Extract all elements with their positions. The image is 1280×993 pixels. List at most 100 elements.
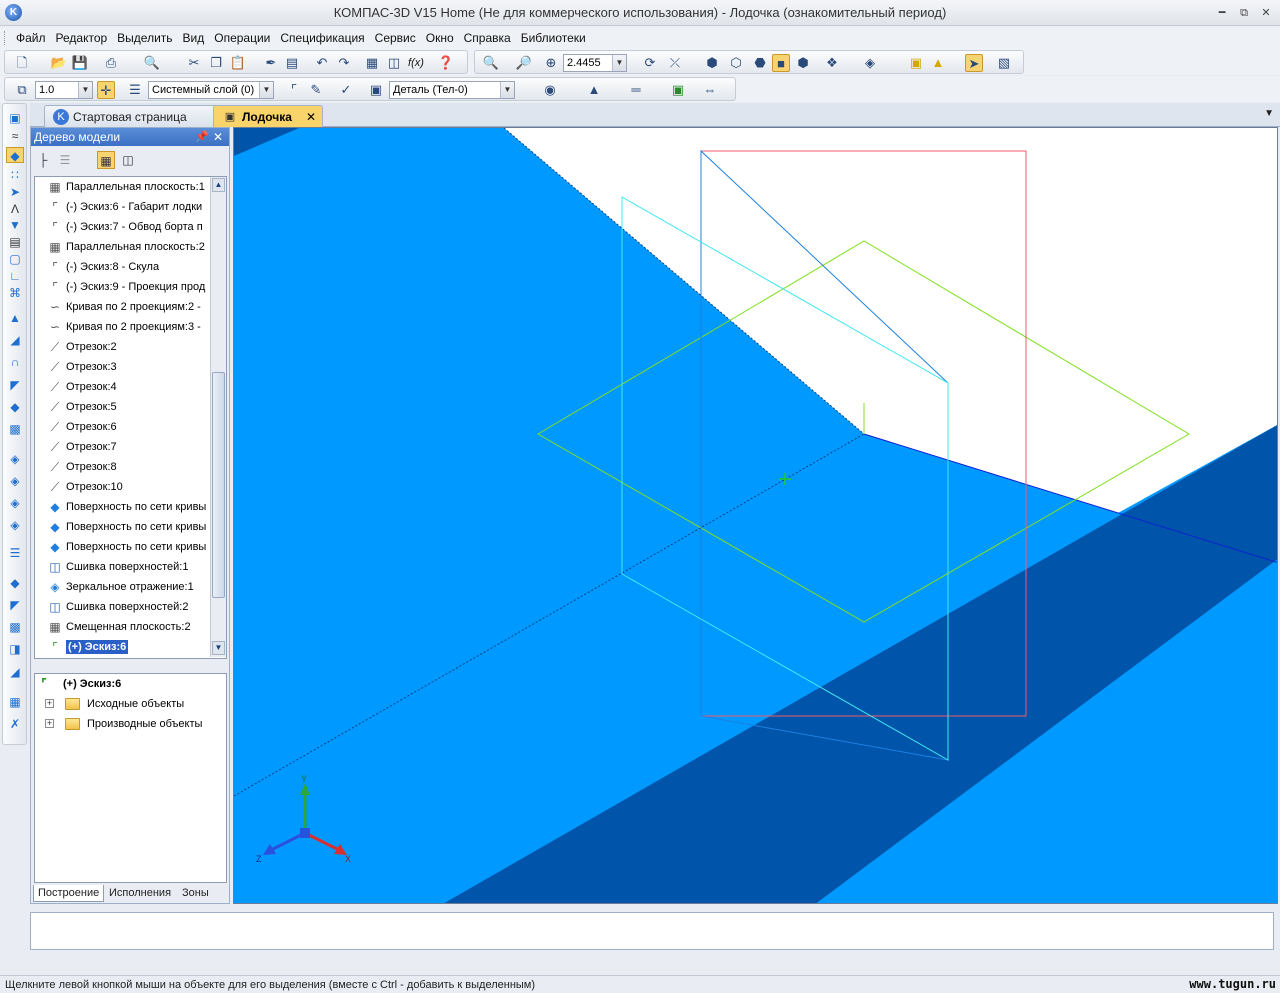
vtool-delete-icon[interactable]: ✗: [6, 716, 24, 732]
restore-icon[interactable]: ⧉: [1236, 5, 1252, 19]
tree-item[interactable]: ▦ Смещенная плоскость:2: [35, 617, 207, 637]
step-combo[interactable]: 1.0 ▼: [35, 81, 93, 99]
vtool-extend-icon[interactable]: ▩: [6, 619, 24, 635]
layer-visibility-icon[interactable]: ▣: [669, 81, 687, 99]
copy-icon[interactable]: ❐: [207, 54, 225, 72]
tree-item[interactable]: ▦ Параллельная плоскость:2: [35, 237, 207, 257]
halftone-icon[interactable]: ⬣: [751, 54, 769, 72]
tree-item[interactable]: ⟋ Отрезок:2: [35, 337, 207, 357]
vtool-revolve-icon[interactable]: ∩: [6, 354, 24, 370]
menu-help[interactable]: Справка: [459, 30, 516, 46]
vtool-curve-icon[interactable]: ≈: [6, 128, 24, 144]
tab-versions[interactable]: Исполнения: [105, 885, 175, 902]
vtool-spec-icon[interactable]: ▤: [6, 234, 24, 250]
layer-combo[interactable]: Системный слой (0) ▼: [148, 81, 274, 99]
step-dropdown-icon[interactable]: ▼: [78, 82, 92, 98]
color-fill-icon[interactable]: ◉: [541, 81, 559, 99]
tree-item[interactable]: ⌜ (-) Эскиз:8 - Скула: [35, 257, 207, 277]
vtool-points-icon[interactable]: ∷: [6, 167, 24, 183]
function-icon[interactable]: f(x): [407, 54, 425, 72]
surface-color-icon[interactable]: ▲: [585, 81, 603, 99]
tree-item[interactable]: ⟋ Отрезок:5: [35, 397, 207, 417]
new-file-icon[interactable]: 🗋: [13, 54, 31, 72]
vtool-join-icon[interactable]: ◨: [6, 641, 24, 657]
subtree-root[interactable]: ⌜ (+) Эскиз:6: [41, 674, 121, 694]
section-icon[interactable]: ◈: [861, 54, 879, 72]
vtool-3d-icon[interactable]: ▣: [6, 110, 24, 126]
tab-construction[interactable]: Построение: [33, 885, 105, 902]
menu-specification[interactable]: Спецификация: [275, 30, 369, 46]
properties-bar[interactable]: [30, 912, 1274, 950]
vtool-split-icon[interactable]: ◢: [6, 664, 24, 680]
vtool-stack-icon[interactable]: ☰: [6, 545, 24, 561]
close-tab-icon[interactable]: ✕: [306, 106, 316, 128]
dimension-icon[interactable]: ⇔: [701, 81, 719, 99]
help-icon[interactable]: ❓: [437, 54, 455, 72]
menu-view[interactable]: Вид: [178, 30, 210, 46]
part-combo[interactable]: Деталь (Тел-0) ▼: [389, 81, 515, 99]
select-mode-icon[interactable]: ➤: [965, 54, 983, 72]
tab-zones[interactable]: Зоны: [178, 885, 213, 902]
line-style-icon[interactable]: ═: [627, 81, 645, 99]
menu-grip[interactable]: [4, 31, 7, 45]
redo-icon[interactable]: ↷: [335, 54, 353, 72]
panel-close-icon[interactable]: ✕: [213, 128, 223, 146]
vtool-extrude-icon[interactable]: ▲: [6, 310, 24, 326]
cube-icon[interactable]: ▣: [907, 54, 925, 72]
vtool-offset-icon[interactable]: ◆: [6, 575, 24, 591]
menu-edit[interactable]: Редактор: [51, 30, 113, 46]
tree-vscroll[interactable]: ▲ ▼: [210, 177, 226, 657]
manager-icon[interactable]: ▦: [363, 54, 381, 72]
vtool-patch-icon[interactable]: ▩: [6, 421, 24, 437]
tree-item[interactable]: ∽ Кривая по 2 проекциям:2 -: [35, 297, 207, 317]
vtool-fillet-icon[interactable]: ◆: [6, 399, 24, 415]
zoom-in-icon[interactable]: ⊕: [542, 54, 560, 72]
tree-item[interactable]: ⟋ Отрезок:6: [35, 417, 207, 437]
tree-split-icon[interactable]: ◫: [119, 151, 137, 169]
edit-part-icon[interactable]: ✎: [307, 81, 325, 99]
zoom-window-icon[interactable]: 🔍: [482, 54, 500, 72]
vtool-frame-icon[interactable]: ▢: [6, 251, 24, 267]
vtool-loft-icon[interactable]: ◢: [6, 332, 24, 348]
vtool-hook-icon[interactable]: ⌘: [6, 285, 24, 301]
menu-window[interactable]: Окно: [421, 30, 459, 46]
paste-icon[interactable]: 📋: [229, 54, 247, 72]
tree-view-icon[interactable]: ▦: [97, 151, 115, 169]
scroll-thumb[interactable]: [212, 372, 225, 598]
ortho-icon[interactable]: ✛: [97, 81, 115, 99]
tree-list-icon[interactable]: ☰: [56, 151, 74, 169]
tree-item[interactable]: ⌜ (+) Эскиз:6: [35, 637, 207, 657]
vtool-angle-icon[interactable]: Λ: [6, 201, 24, 217]
vtool-plane2-icon[interactable]: ◈: [6, 473, 24, 489]
snap-icon[interactable]: ⧉: [13, 81, 31, 99]
wireframe-icon[interactable]: ⬢: [703, 54, 721, 72]
vtool-surface-icon[interactable]: ◆: [6, 147, 24, 163]
zoom-combo[interactable]: 2.4455 ▼: [563, 54, 627, 72]
tree-item[interactable]: ⟋ Отрезок:3: [35, 357, 207, 377]
tree-item[interactable]: ⟋ Отрезок:4: [35, 377, 207, 397]
material-icon[interactable]: ▲: [929, 54, 947, 72]
sketch-toggle-icon[interactable]: ⌜: [285, 81, 303, 99]
tree-item[interactable]: ◫ Сшивка поверхностей:2: [35, 597, 207, 617]
expand-icon[interactable]: +: [45, 699, 54, 708]
tree-item[interactable]: ⌜ (-) Эскиз:6 - Габарит лодки: [35, 197, 207, 217]
shaded-icon[interactable]: ■: [772, 54, 790, 72]
hidden-lines-icon[interactable]: ⬡: [727, 54, 745, 72]
save-icon[interactable]: 💾: [71, 54, 89, 72]
tree-item[interactable]: ◆ Поверхность по сети кривы: [35, 517, 207, 537]
tree-item[interactable]: ◆ Поверхность по сети кривы: [35, 537, 207, 557]
layers-icon[interactable]: ☰: [126, 81, 144, 99]
expand-icon[interactable]: +: [45, 719, 54, 728]
vtool-arrow-icon[interactable]: ➤: [6, 184, 24, 200]
variables-icon[interactable]: ◫: [385, 54, 403, 72]
vtool-sweep-icon[interactable]: ◤: [6, 377, 24, 393]
menu-select[interactable]: Выделить: [112, 30, 177, 46]
open-file-icon[interactable]: 📂: [50, 54, 68, 72]
menu-service[interactable]: Сервис: [370, 30, 421, 46]
part-icon[interactable]: ▣: [367, 81, 385, 99]
vtool-plane-icon[interactable]: ◈: [6, 451, 24, 467]
tree-structure-icon[interactable]: ├: [34, 151, 52, 169]
pin-icon[interactable]: 📌: [195, 128, 209, 146]
measure-icon[interactable]: ▧: [995, 54, 1013, 72]
vtool-stitch-icon[interactable]: ▦: [6, 694, 24, 710]
